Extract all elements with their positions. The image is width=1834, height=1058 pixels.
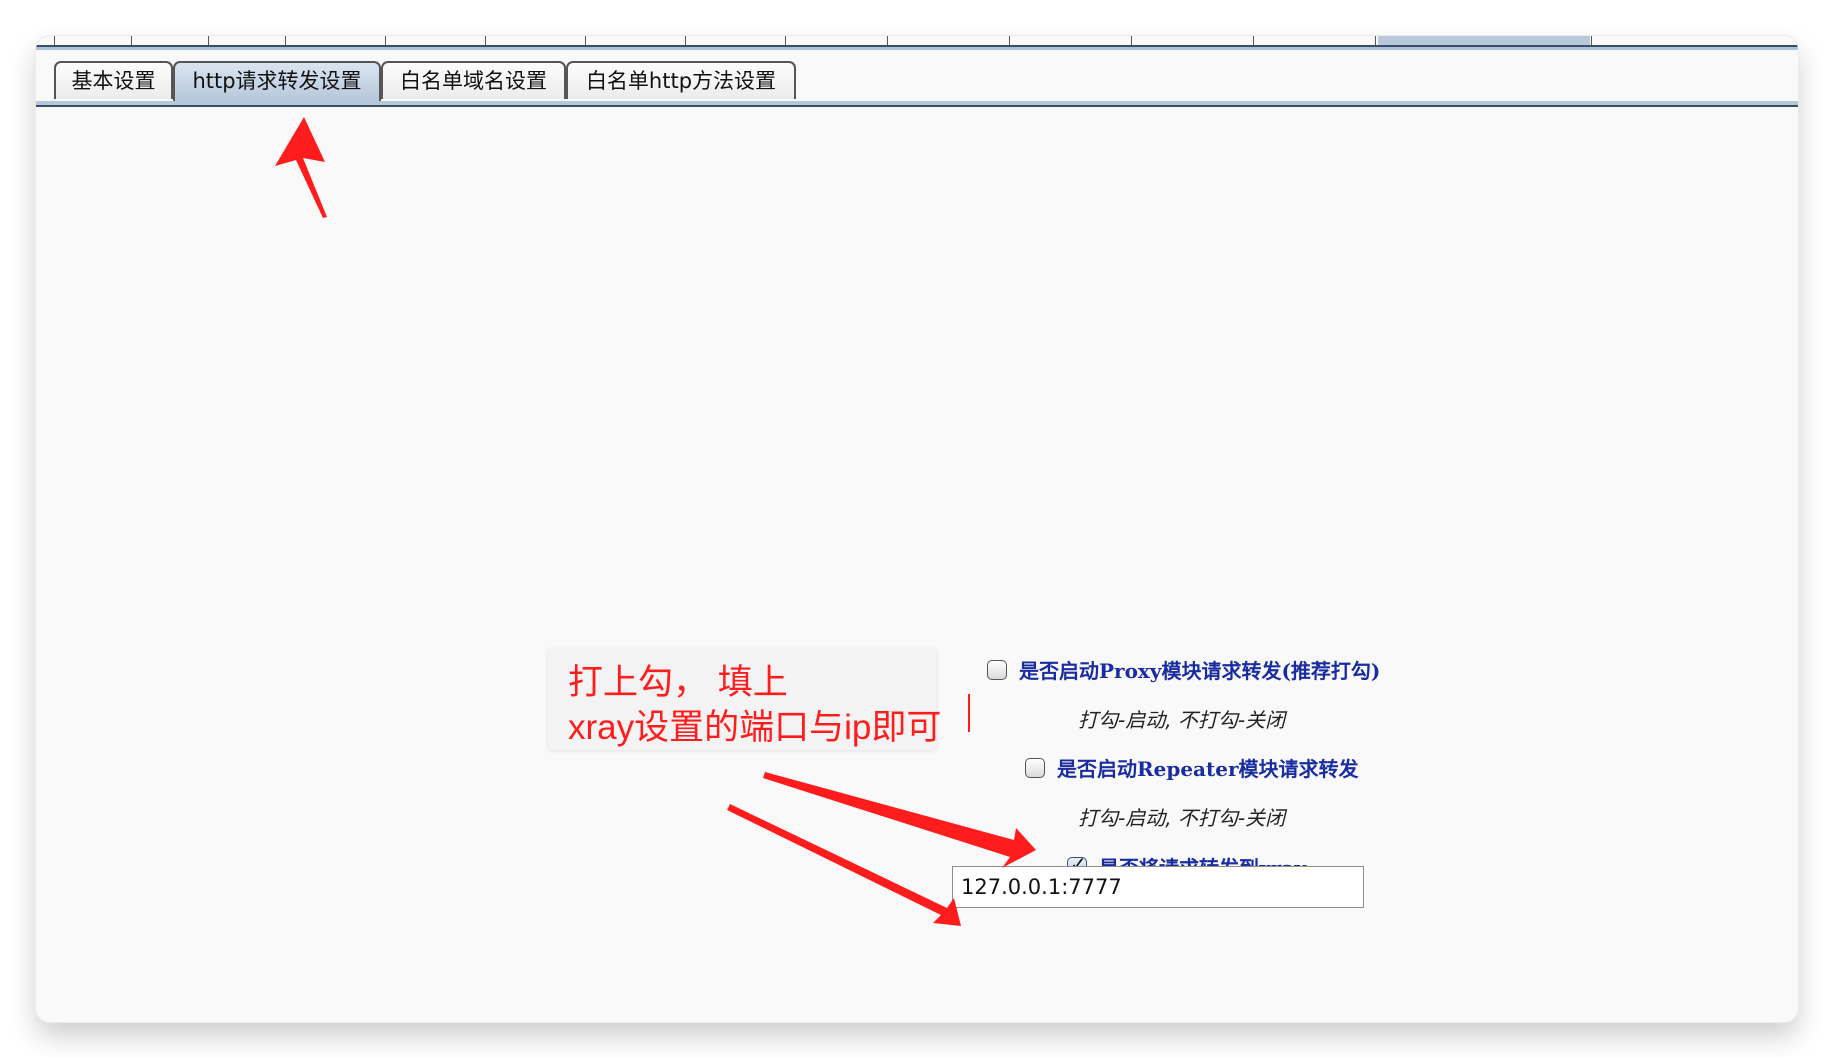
annotation-line-2: xray设置的端口与ip即可 <box>568 708 942 747</box>
tab-http-forward-settings[interactable]: http请求转发设置 <box>173 61 381 102</box>
top-tab-divider <box>385 36 386 45</box>
tab-whitelist-http-method-settings[interactable]: 白名单http方法设置 <box>566 61 796 99</box>
repeater-forward-checkbox[interactable] <box>1025 757 1045 778</box>
repeater-forward-hint: 打勾-启动, 不打勾-关闭 <box>1078 806 1286 830</box>
top-tab-divider <box>54 36 55 45</box>
top-tab-divider <box>485 36 486 45</box>
top-tab-divider <box>887 36 888 45</box>
repeater-forward-option[interactable]: 是否启动Repeater模块请求转发 <box>1025 753 1359 782</box>
tab-basic-settings[interactable]: 基本设置 <box>54 61 173 99</box>
top-tab-divider <box>1253 36 1254 45</box>
top-tab-divider <box>1375 36 1376 45</box>
top-tab-divider <box>685 36 686 45</box>
annotation-line-1: 打上勾， 填上 <box>568 663 788 702</box>
tab-whitelist-domain-settings[interactable]: 白名单域名设置 <box>381 61 566 99</box>
top-tab-divider <box>1591 36 1592 45</box>
proxy-forward-label[interactable]: 是否启动Proxy模块请求转发(推荐打勾) <box>1019 655 1380 684</box>
top-tab-divider <box>131 36 132 45</box>
proxy-forward-option[interactable]: 是否启动Proxy模块请求转发(推荐打勾) <box>987 655 1380 684</box>
top-tab-border-highlight <box>36 47 1798 50</box>
proxy-forward-hint: 打勾-启动, 不打勾-关闭 <box>1078 708 1286 732</box>
xray-address-input[interactable] <box>952 866 1364 908</box>
top-tab-divider <box>585 36 586 45</box>
app-window: 基本设置 http请求转发设置 白名单域名设置 白名单http方法设置 <box>36 36 1798 1022</box>
annotation-note: 打上勾， 填上 xray设置的端口与ip即可 <box>548 648 941 750</box>
top-tab-divider <box>1009 36 1010 45</box>
top-tab-divider <box>785 36 786 45</box>
proxy-forward-checkbox[interactable] <box>987 659 1007 680</box>
tab-bar-border <box>36 105 1798 107</box>
top-tab-divider <box>1131 36 1132 45</box>
annotation-text-caret <box>968 694 970 732</box>
repeater-forward-label[interactable]: 是否启动Repeater模块请求转发 <box>1057 753 1359 782</box>
top-tab-divider <box>285 36 286 45</box>
top-tab-divider <box>208 36 209 45</box>
